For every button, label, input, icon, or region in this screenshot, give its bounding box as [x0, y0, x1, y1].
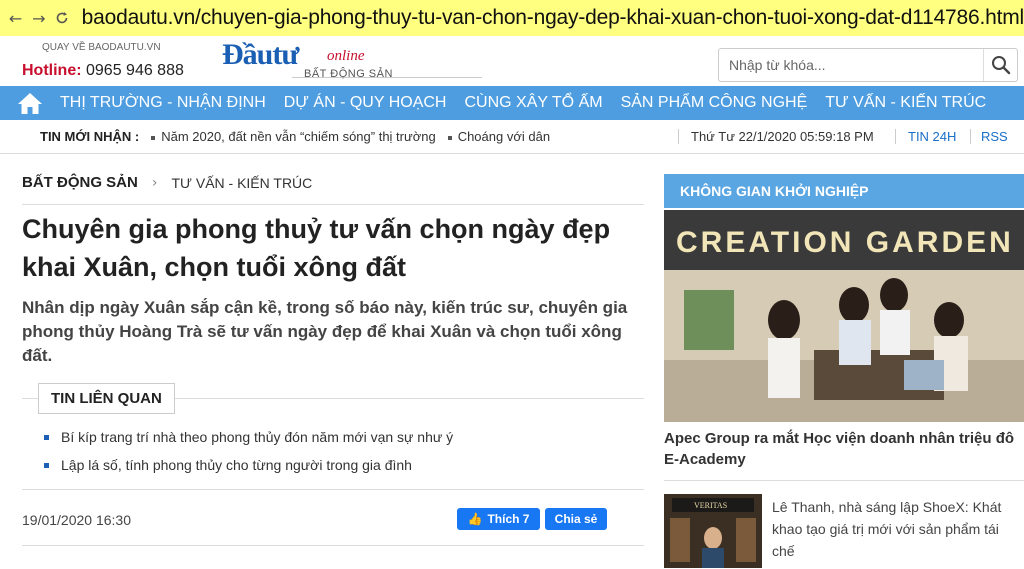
ticker-item[interactable]: Choáng với dân: [447, 129, 551, 144]
related-news-box: TIN LIÊN QUAN Bí kíp trang trí nhà theo …: [22, 383, 644, 490]
ticker-item[interactable]: Năm 2020, đất nền vẫn “chiếm sóng” thị t…: [151, 129, 436, 144]
site-logo[interactable]: Đầutư online BẤT ĐỘNG SẢN: [222, 36, 482, 86]
article-sapo: Nhân dịp ngày Xuân sắp cận kề, trong số …: [22, 298, 628, 365]
breadcrumb: BẤT ĐỘNG SẢN › TƯ VẤN - KIẾN TRÚC: [22, 174, 312, 191]
search-icon[interactable]: [983, 49, 1017, 81]
back-to-main-link[interactable]: QUAY VỀ BAODAUTU.VN: [42, 42, 161, 53]
featured-image[interactable]: CREATION GARDEN: [664, 210, 1024, 422]
current-datetime: Thứ Tư 22/1/2020 05:59:18 PM: [678, 129, 874, 144]
chevron-right-icon: ›: [151, 174, 158, 191]
related-news-item[interactable]: Lập lá số, tính phong thủy cho từng ngườ…: [44, 457, 453, 473]
search-box: [718, 48, 1018, 82]
hotline-number[interactable]: 0965 946 888: [86, 62, 184, 79]
sidebar-news-item[interactable]: Lê Thanh, nhà sáng lập ShoeX: Khát khao …: [772, 496, 1024, 562]
arrow-left-icon[interactable]: ←: [4, 0, 27, 36]
related-news-text: Lập lá số, tính phong thủy cho từng ngườ…: [61, 457, 412, 473]
rss-link[interactable]: RSS: [970, 129, 1008, 144]
breadcrumb-category[interactable]: BẤT ĐỘNG SẢN: [22, 174, 138, 191]
thumbs-up-icon: 👍: [467, 512, 483, 526]
bullet-icon: [151, 135, 156, 140]
logo-main-text: Đầutư: [222, 38, 299, 71]
ticker-label: TIN MỚI NHẬN :: [40, 129, 140, 144]
featured-caption[interactable]: Apec Group ra mắt Học viện doanh nhân tr…: [664, 428, 1024, 470]
arrow-right-icon[interactable]: →: [27, 0, 50, 36]
facebook-like-button[interactable]: 👍 Thích 7: [457, 508, 540, 530]
related-news-item[interactable]: Bí kíp trang trí nhà theo phong thủy đón…: [44, 429, 453, 445]
browser-address-bar: ← → baodautu.vn/chuyen-gia-phong-thuy-tu…: [0, 0, 1024, 36]
divider: [22, 545, 644, 546]
nav-item-san-pham-cong-nghe[interactable]: SẢN PHẨM CÔNG NGHỆ: [621, 94, 808, 112]
bullet-icon: [447, 135, 452, 140]
site-header: QUAY VỀ BAODAUTU.VN Hotline: 0965 946 88…: [0, 36, 1024, 86]
divider: [22, 204, 644, 205]
nav-item-tu-van-kien-truc[interactable]: TƯ VẤN - KIẾN TRÚC: [825, 94, 986, 112]
hotline: Hotline: 0965 946 888: [22, 62, 184, 80]
related-news-title: TIN LIÊN QUAN: [38, 383, 175, 414]
nav-item-cung-xay-to-am[interactable]: CÙNG XÂY TỔ ẤM: [464, 94, 602, 112]
main-nav: THỊ TRƯỜNG - NHẬN ĐỊNH DỰ ÁN - QUY HOẠCH…: [0, 86, 1024, 120]
breadcrumb-subcategory[interactable]: TƯ VẤN - KIẾN TRÚC: [171, 175, 312, 191]
thumbnail-sign-text: VERITAS: [694, 501, 727, 510]
news-thumbnail[interactable]: VERITAS: [664, 494, 762, 568]
related-news-text: Bí kíp trang trí nhà theo phong thủy đón…: [61, 429, 454, 445]
reload-icon[interactable]: [50, 0, 73, 36]
divider: [664, 480, 1024, 481]
logo-online-text: online: [327, 48, 365, 64]
hotline-label: Hotline:: [22, 62, 82, 79]
logo-subtitle: BẤT ĐỘNG SẢN: [304, 68, 393, 80]
ticker-item-text: Năm 2020, đất nền vẫn “chiếm sóng” thị t…: [161, 129, 436, 144]
news-ticker: TIN MỚI NHẬN : Năm 2020, đất nền vẫn “ch…: [0, 120, 1024, 154]
home-icon[interactable]: [0, 86, 60, 120]
image-sign-text: CREATION GARDEN: [676, 226, 1014, 259]
related-news-list: Bí kíp trang trí nhà theo phong thủy đón…: [44, 429, 453, 485]
nav-item-du-an[interactable]: DỰ ÁN - QUY HOẠCH: [284, 94, 447, 112]
tin-24h-link[interactable]: TIN 24H: [895, 129, 956, 144]
search-input[interactable]: [719, 49, 983, 81]
nav-item-thi-truong[interactable]: THỊ TRƯỜNG - NHẬN ĐỊNH: [60, 94, 266, 112]
bullet-icon: [44, 462, 49, 468]
bullet-icon: [44, 434, 49, 440]
post-date: 19/01/2020 16:30: [22, 512, 131, 528]
sidebar-section-title[interactable]: KHÔNG GIAN KHỞI NGHIỆP: [664, 174, 1024, 208]
url-field[interactable]: baodautu.vn/chuyen-gia-phong-thuy-tu-van…: [82, 6, 1024, 30]
article-title: Chuyên gia phong thuỷ tư vấn chọn ngày đ…: [22, 214, 611, 282]
like-label: Thích 7: [487, 512, 530, 526]
ticker-item-text: Choáng với dân: [457, 129, 551, 144]
facebook-share-button[interactable]: Chia sẻ: [545, 508, 607, 530]
